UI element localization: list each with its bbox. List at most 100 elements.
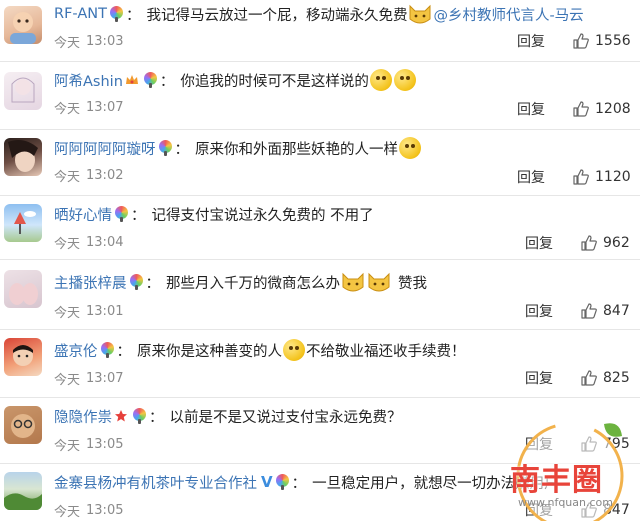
reply-button[interactable]: 回复 [525, 233, 553, 253]
time-prefix: 今天 [54, 504, 81, 520]
like-count: 847 [603, 303, 630, 319]
comment-row: 晒好心情 ： 记得支付宝说过永久免费的 不用了 今天 13:04 回复 962 [0, 196, 640, 260]
like-count: 962 [603, 235, 630, 251]
time-prefix: 今天 [54, 35, 81, 51]
comment-text-tail: 不给敬业福还收手续费！ [306, 343, 466, 360]
avatar[interactable] [4, 406, 42, 444]
username[interactable]: RF-ANT [54, 6, 107, 22]
timestamp: 13:02 [86, 167, 124, 183]
rainbow-badge-icon [129, 274, 143, 290]
like-button[interactable]: 1208 [572, 98, 631, 120]
time-prefix: 今天 [54, 101, 81, 117]
crown-badge-icon [125, 75, 138, 84]
smirk-emoji-icon [393, 69, 416, 91]
watermark-title: 南丰圈 [510, 463, 603, 498]
comment-row: 阿希Ashin ： 你追我的时候可不是这样说的 今天 13:07 回复 1208 [0, 62, 640, 130]
username[interactable]: 盛京伦 [54, 340, 98, 361]
rainbow-badge-icon [133, 408, 146, 424]
cat-emoji-icon [409, 4, 431, 24]
rainbow-badge-icon [275, 474, 289, 490]
colon-separator: ： [145, 275, 161, 292]
timestamp: 13:03 [86, 33, 124, 49]
colon-separator: ： [149, 409, 164, 426]
username[interactable]: 金寨县杨冲有机茶叶专业合作社 [54, 472, 257, 493]
timestamp: 13:05 [86, 502, 124, 518]
verified-v-icon: V [261, 473, 273, 491]
comment-text: 你追我的时候可不是这样说的 [180, 73, 369, 90]
colon-separator: ： [116, 343, 132, 360]
cat-emoji-icon [368, 272, 390, 292]
reply-button[interactable]: 回复 [525, 368, 553, 388]
like-button[interactable]: 847 [580, 300, 630, 322]
comment-row: 盛京伦 ： 原来你是这种善变的人 不给敬业福还收手续费！ 今天 13:07 回复… [0, 330, 640, 398]
avatar[interactable] [4, 138, 42, 176]
comment-text: 记得支付宝说过永久免费的 不用了 [151, 207, 374, 224]
timestamp: 13:04 [86, 234, 124, 250]
comment-text: 我记得马云放过一个屁，移动端永久免费 [146, 7, 408, 24]
rainbow-badge-icon [109, 6, 123, 22]
comment-text: 原来你和外面那些妖艳的人一样 [195, 141, 398, 158]
star-badge-icon [115, 410, 127, 422]
smirk-emoji-icon [399, 137, 421, 159]
thumbs-up-icon [573, 169, 589, 185]
comment-text: 那些月入千万的微商怎么办 [166, 275, 340, 292]
rainbow-badge-icon [115, 206, 128, 222]
watermark: 南丰圈 www.nfquan.com [500, 418, 638, 521]
avatar[interactable] [4, 338, 42, 376]
comment-row: 主播张梓晨 ： 那些月入千万的微商怎么办 赞我 今天 13:01 回复 847 [0, 260, 640, 330]
colon-separator: ： [174, 141, 190, 158]
colon-separator: ： [159, 73, 175, 90]
thumbs-up-icon [581, 370, 597, 386]
time-prefix: 今天 [54, 236, 81, 252]
reply-button[interactable]: 回复 [525, 301, 553, 321]
time-prefix: 今天 [54, 305, 81, 321]
time-prefix: 今天 [54, 169, 81, 185]
like-button[interactable]: 1556 [572, 30, 631, 52]
like-count: 1120 [595, 169, 631, 185]
rainbow-badge-icon [100, 342, 114, 358]
avatar[interactable] [4, 472, 42, 510]
comment-text: 以前是不是又说过支付宝永远免费？ [169, 409, 402, 426]
username[interactable]: 阿阿阿阿阿璇呀 [54, 138, 156, 159]
thumbs-up-icon [573, 33, 589, 49]
watermark-url: www.nfquan.com [518, 496, 613, 509]
comment-row: RF-ANT ： 我记得马云放过一个屁，移动端永久免费 @乡村教师代言人-马云 … [0, 0, 640, 62]
avatar[interactable] [4, 204, 42, 242]
username[interactable]: 隐隐作祟 [54, 406, 112, 427]
avatar[interactable] [4, 6, 42, 44]
time-prefix: 今天 [54, 372, 81, 388]
like-button[interactable]: 825 [580, 367, 630, 389]
username[interactable]: 主播张梓晨 [54, 272, 127, 293]
like-count: 825 [603, 370, 630, 386]
avatar[interactable] [4, 270, 42, 308]
colon-separator: ： [131, 207, 146, 224]
reply-button[interactable]: 回复 [517, 31, 545, 51]
timestamp: 13:05 [86, 436, 124, 452]
smirk-emoji-icon [369, 69, 392, 91]
comment-text: 原来你是这种善变的人 [137, 343, 282, 360]
reply-button[interactable]: 回复 [517, 167, 545, 187]
rainbow-badge-icon [143, 72, 157, 88]
thumbs-up-icon [581, 235, 597, 251]
smile-emoji-icon [283, 339, 305, 361]
timestamp: 13:07 [86, 370, 124, 386]
username[interactable]: 晒好心情 [54, 204, 112, 225]
rainbow-badge-icon [158, 140, 172, 156]
timestamp: 13:07 [86, 99, 124, 115]
comment-text-tail: 赞我 [398, 275, 427, 292]
comment-row: 阿阿阿阿阿璇呀 ： 原来你和外面那些妖艳的人一样 今天 13:02 回复 112… [0, 130, 640, 196]
reply-button[interactable]: 回复 [517, 99, 545, 119]
colon-separator: ： [291, 475, 307, 492]
like-button[interactable]: 962 [580, 232, 630, 254]
time-prefix: 今天 [54, 438, 81, 454]
timestamp: 13:01 [86, 303, 124, 319]
colon-separator: ： [125, 7, 141, 24]
thumbs-up-icon [581, 303, 597, 319]
thumbs-up-icon [573, 101, 589, 117]
like-count: 1208 [595, 101, 631, 117]
username[interactable]: 阿希Ashin [54, 70, 123, 91]
avatar[interactable] [4, 72, 42, 110]
like-button[interactable]: 1120 [572, 166, 631, 188]
mention-link[interactable]: @乡村教师代言人-马云 [433, 4, 583, 25]
cat-emoji-icon [342, 272, 364, 292]
